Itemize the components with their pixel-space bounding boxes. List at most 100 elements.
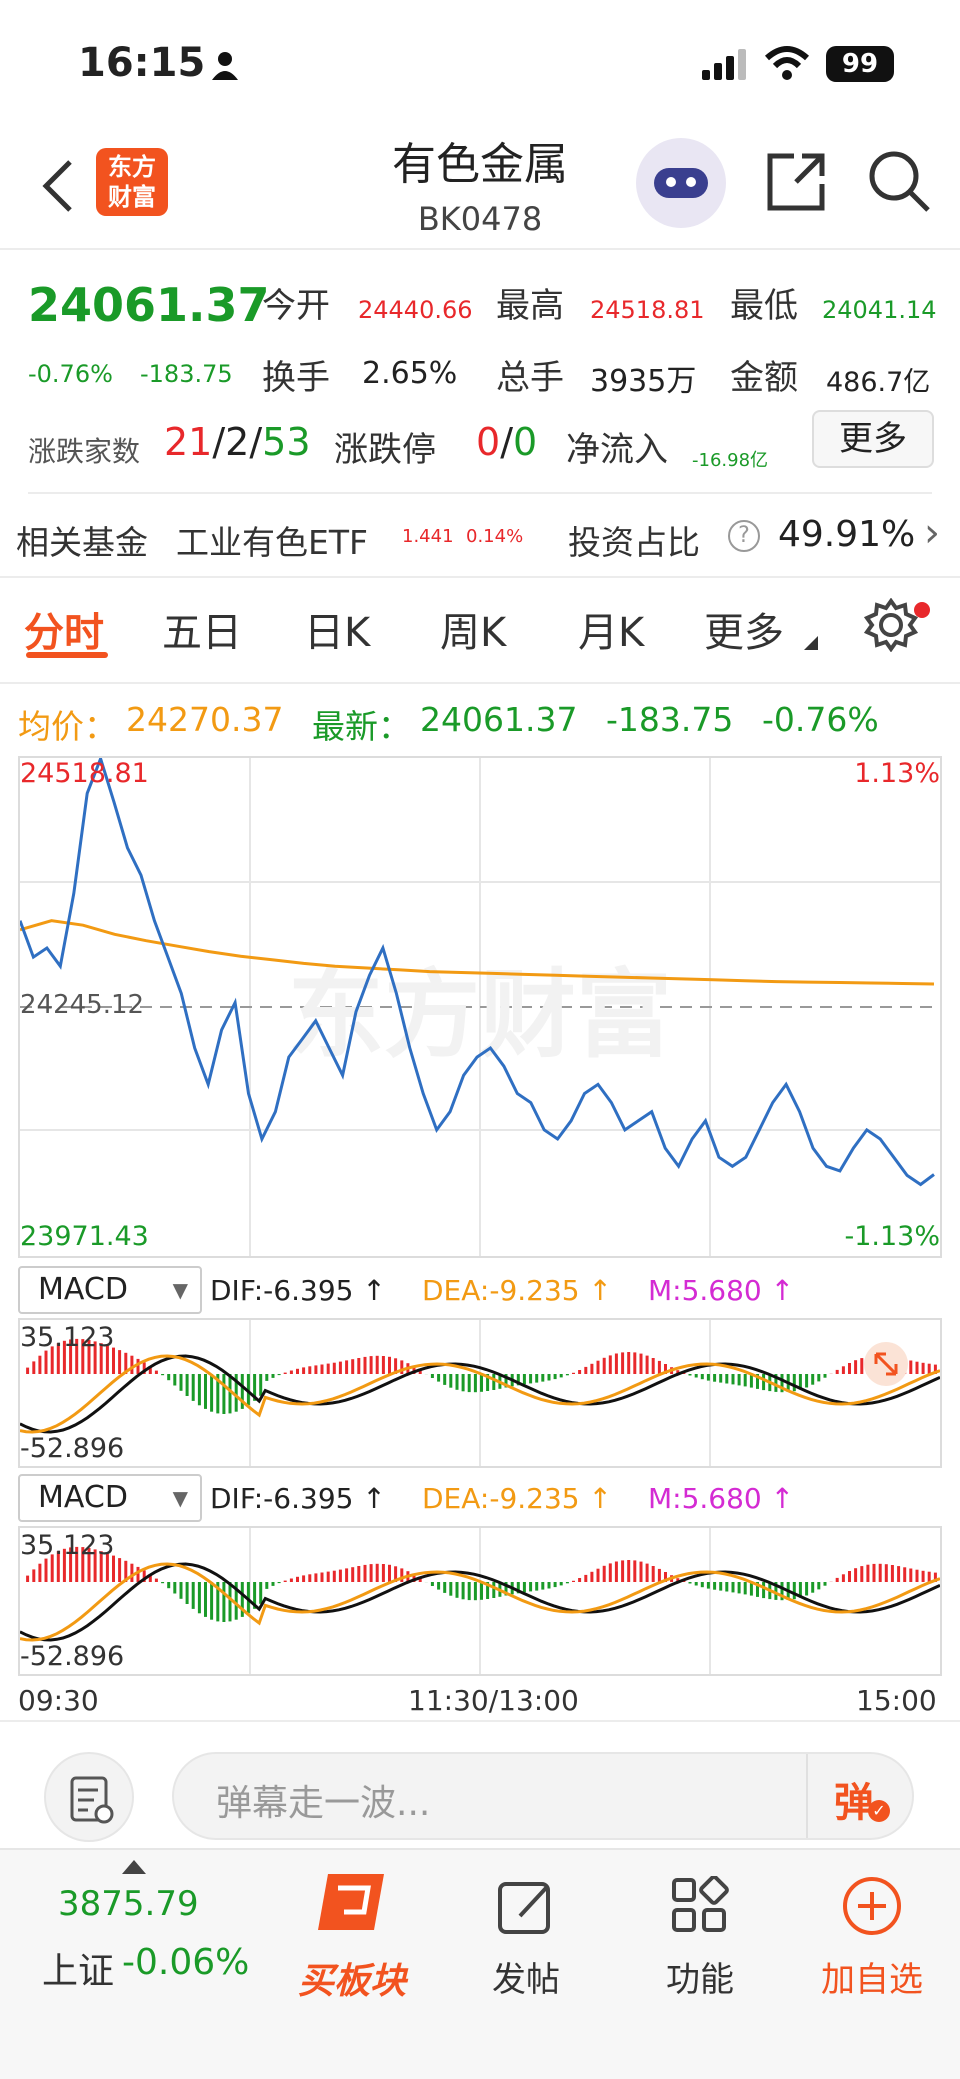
macd-bar bbox=[136, 1566, 140, 1582]
macd-selector-1[interactable]: MACD ▼ bbox=[18, 1266, 202, 1314]
post-button[interactable]: 发帖 bbox=[486, 1868, 566, 2008]
change-amount: -183.75 bbox=[140, 360, 233, 388]
help-icon[interactable]: ? bbox=[728, 520, 760, 552]
macd-bar bbox=[228, 1374, 232, 1414]
macd-bar bbox=[265, 1374, 269, 1381]
macd-bar bbox=[197, 1374, 201, 1406]
macd-bar bbox=[878, 1563, 882, 1582]
macd-bar bbox=[308, 1574, 312, 1582]
macd-bar bbox=[651, 1358, 655, 1374]
macd-bar bbox=[332, 1570, 336, 1582]
index-pct[interactable]: -0.06% bbox=[122, 1942, 249, 1983]
caret-up-icon bbox=[122, 1860, 146, 1874]
macd1-max: 35.123 bbox=[20, 1322, 115, 1353]
macd-bar bbox=[903, 1567, 907, 1582]
settings-icon[interactable] bbox=[864, 598, 918, 652]
macd-bar bbox=[44, 1558, 48, 1582]
macd-bar bbox=[136, 1358, 140, 1374]
macd-bar bbox=[522, 1374, 526, 1385]
macd-bar bbox=[130, 1355, 134, 1374]
macd2-max: 35.123 bbox=[20, 1530, 115, 1561]
fund-pct: 0.14% bbox=[466, 526, 524, 547]
macd-bar bbox=[700, 1374, 704, 1380]
latest-label: 最新： bbox=[312, 707, 411, 746]
danmaku-input[interactable]: 弹幕走一波... 弹 ✓ bbox=[172, 1752, 914, 1840]
macd-bar bbox=[161, 1374, 165, 1376]
macd-bar bbox=[743, 1374, 747, 1387]
macd-bar bbox=[289, 1578, 293, 1582]
macd-bar bbox=[529, 1374, 533, 1384]
macd-bar bbox=[547, 1582, 551, 1589]
intraday-chart[interactable]: 东方财富 24518.81 1.13% 24245.12 23971.43 -1… bbox=[18, 756, 942, 1258]
macd-chart-2[interactable]: 35.123 -52.896 bbox=[18, 1526, 942, 1676]
macd2-m: M:5.680 ↑ bbox=[648, 1482, 795, 1515]
macd-bar bbox=[811, 1374, 815, 1385]
macd-bar bbox=[651, 1566, 655, 1582]
macd-bar bbox=[909, 1360, 913, 1374]
dropdown-icon: ▼ bbox=[172, 1486, 188, 1510]
macd-bar bbox=[547, 1374, 551, 1381]
amount-label: 金额 bbox=[730, 358, 798, 398]
macd-bar bbox=[884, 1564, 888, 1582]
macd-bar bbox=[559, 1374, 563, 1378]
macd-bar bbox=[32, 1361, 36, 1374]
macd-chart-1[interactable]: 35.123 -52.896 bbox=[18, 1318, 942, 1468]
macd-bar bbox=[621, 1560, 625, 1582]
tab-daily-k[interactable]: 日K bbox=[304, 600, 370, 658]
robot-assistant-icon[interactable] bbox=[636, 138, 726, 228]
macd-bar bbox=[191, 1374, 195, 1401]
macd-bar bbox=[578, 1370, 582, 1374]
macd-bar bbox=[118, 1558, 122, 1582]
macd-bar bbox=[633, 1560, 637, 1582]
macd-bar bbox=[596, 1360, 600, 1374]
macd-bar bbox=[167, 1582, 171, 1589]
volume-value: 3935万 bbox=[590, 364, 697, 399]
buy-block-button[interactable]: 买板块 bbox=[296, 1868, 416, 2008]
low-label: 最低 bbox=[730, 286, 798, 326]
tab-five-day[interactable]: 五日 bbox=[162, 600, 242, 658]
macd-bar bbox=[915, 1569, 919, 1582]
macd-bar bbox=[535, 1374, 539, 1383]
add-watchlist-button[interactable]: 加自选 bbox=[816, 1868, 928, 2008]
chevron-right-icon[interactable]: › bbox=[924, 510, 940, 556]
macd-bar bbox=[338, 1361, 342, 1374]
tab-intraday[interactable]: 分时 bbox=[24, 600, 104, 658]
tab-weekly-k[interactable]: 周K bbox=[440, 600, 506, 658]
tab-more[interactable]: 更多 bbox=[704, 600, 784, 658]
macd2-dea: DEA:-9.235 ↑ bbox=[422, 1482, 612, 1515]
fund-name[interactable]: 工业有色ETF bbox=[176, 516, 368, 564]
index-name[interactable]: 上证 bbox=[42, 1942, 114, 1994]
macd-bar bbox=[210, 1374, 214, 1412]
macd-bar bbox=[437, 1374, 441, 1382]
macd-bar bbox=[535, 1582, 539, 1591]
comment-list-button[interactable] bbox=[44, 1752, 134, 1842]
macd-bar bbox=[302, 1575, 306, 1582]
more-button[interactable]: 更多 bbox=[812, 410, 934, 468]
macd-bar bbox=[553, 1374, 557, 1380]
search-icon[interactable] bbox=[866, 148, 932, 214]
macd-bar bbox=[762, 1582, 766, 1599]
macd-bar bbox=[639, 1561, 643, 1582]
macd-bar bbox=[437, 1582, 441, 1590]
dropdown-icon: ▼ bbox=[172, 1278, 188, 1302]
tab-monthly-k[interactable]: 月K bbox=[578, 600, 644, 658]
macd-bar bbox=[719, 1582, 723, 1591]
last-price: 24061.37 bbox=[28, 278, 270, 332]
danmaku-toggle-button[interactable]: 弹 ✓ bbox=[806, 1754, 912, 1838]
macd-bar bbox=[841, 1366, 845, 1374]
macd-bar bbox=[694, 1582, 698, 1586]
macd-bar bbox=[430, 1582, 434, 1586]
macd-bar bbox=[731, 1582, 735, 1593]
expand-icon[interactable] bbox=[864, 1342, 908, 1386]
comment-list-icon bbox=[70, 1776, 114, 1824]
macd-selector-2[interactable]: MACD ▼ bbox=[18, 1474, 202, 1522]
latest-value: 24061.37 bbox=[420, 700, 578, 739]
functions-button[interactable]: 功能 bbox=[660, 1868, 740, 2008]
amount-value: 486.7亿 bbox=[826, 367, 931, 398]
share-icon[interactable] bbox=[764, 150, 828, 214]
macd-bar bbox=[719, 1374, 723, 1383]
open-label: 今开 bbox=[262, 286, 330, 326]
macd-bar bbox=[541, 1374, 545, 1382]
index-value[interactable]: 3875.79 bbox=[58, 1884, 199, 1924]
macd-bar bbox=[835, 1577, 839, 1582]
